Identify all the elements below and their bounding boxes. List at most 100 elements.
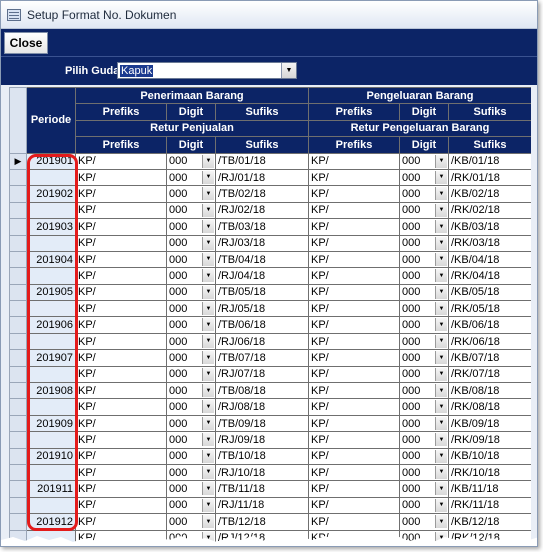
digit-cell[interactable]: 000 ▼ [166, 447, 216, 465]
chevron-down-icon[interactable]: ▼ [435, 465, 447, 479]
chevron-down-icon[interactable]: ▼ [202, 285, 214, 299]
sufiks-cell[interactable]: /RK/11/18 [448, 496, 531, 515]
chevron-down-icon[interactable]: ▼ [202, 416, 214, 430]
sufiks-cell[interactable]: /KB/07/18 [448, 349, 531, 367]
chevron-down-icon[interactable]: ▼ [202, 170, 214, 184]
digit-cell[interactable]: 000 ▼ [399, 250, 449, 269]
digit-cell[interactable]: 000 ▼ [399, 382, 449, 400]
prefiks-cell[interactable]: KP/ [308, 316, 400, 334]
periode-cell[interactable]: 201907 [26, 349, 76, 367]
sufiks-cell[interactable]: /RJ/07/18 [215, 365, 309, 384]
prefiks-cell[interactable]: KP/ [75, 250, 167, 269]
digit-cell[interactable]: 000 ▼ [166, 414, 216, 433]
periode-cell[interactable]: 201902 [26, 185, 76, 203]
sufiks-cell[interactable]: /RK/03/18 [448, 234, 531, 252]
periode-cell[interactable] [26, 201, 76, 220]
digit-cell[interactable]: 000 ▼ [166, 480, 216, 498]
sufiks-cell[interactable]: /RK/09/18 [448, 431, 531, 449]
prefiks-cell[interactable]: KP/ [308, 414, 400, 433]
sufiks-cell[interactable]: /RJ/11/18 [215, 496, 309, 515]
digit-cell[interactable]: 000 ▼ [166, 382, 216, 400]
chevron-down-icon[interactable]: ▼ [435, 220, 447, 234]
digit-cell[interactable]: 000 ▼ [399, 152, 449, 170]
digit-cell[interactable]: 000 ▼ [166, 349, 216, 367]
prefiks-cell[interactable]: KP/ [308, 267, 400, 285]
chevron-down-icon[interactable]: ▼ [202, 449, 214, 463]
prefiks-cell[interactable]: KP/ [75, 349, 167, 367]
chevron-down-icon[interactable]: ▼ [202, 482, 214, 496]
prefiks-cell[interactable]: KP/ [308, 398, 400, 416]
sufiks-cell[interactable]: /RJ/12/18 [215, 529, 309, 546]
sufiks-cell[interactable]: /RJ/04/18 [215, 267, 309, 285]
sufiks-cell[interactable]: /RJ/02/18 [215, 201, 309, 220]
row-selector[interactable] [9, 250, 27, 269]
periode-cell[interactable]: 201903 [26, 218, 76, 236]
chevron-down-icon[interactable]: ▼ [435, 170, 447, 184]
chevron-down-icon[interactable]: ▼ [435, 515, 447, 529]
chevron-down-icon[interactable]: ▼ [435, 203, 447, 217]
row-selector[interactable] [9, 349, 27, 367]
sufiks-cell[interactable]: /KB/05/18 [448, 283, 531, 302]
chevron-down-icon[interactable]: ▼ [435, 400, 447, 414]
prefiks-cell[interactable]: KP/ [308, 283, 400, 302]
sufiks-cell[interactable]: /RJ/01/18 [215, 168, 309, 187]
row-selector[interactable] [9, 529, 27, 546]
sufiks-cell[interactable]: /TB/12/18 [215, 513, 309, 531]
chevron-down-icon[interactable]: ▼ [202, 236, 214, 250]
row-selector[interactable] [9, 185, 27, 203]
periode-cell[interactable] [26, 332, 76, 351]
chevron-down-icon[interactable]: ▼ [281, 63, 296, 78]
digit-cell[interactable]: 000 ▼ [399, 267, 449, 285]
periode-cell[interactable]: 201905 [26, 283, 76, 302]
chevron-down-icon[interactable]: ▼ [435, 351, 447, 365]
sufiks-cell[interactable]: /TB/08/18 [215, 382, 309, 400]
prefiks-cell[interactable]: KP/ [75, 382, 167, 400]
digit-cell[interactable]: 000 ▼ [166, 398, 216, 416]
sufiks-cell[interactable]: /RK/08/18 [448, 398, 531, 416]
prefiks-cell[interactable]: KP/ [75, 316, 167, 334]
prefiks-cell[interactable]: KP/ [75, 283, 167, 302]
digit-cell[interactable]: 000 ▼ [166, 365, 216, 384]
prefiks-cell[interactable]: KP/ [75, 398, 167, 416]
chevron-down-icon[interactable]: ▼ [435, 252, 447, 266]
prefiks-cell[interactable]: KP/ [75, 480, 167, 498]
digit-cell[interactable]: 000 ▼ [399, 349, 449, 367]
periode-cell[interactable] [26, 267, 76, 285]
row-selector[interactable] [9, 300, 27, 318]
sufiks-cell[interactable]: /TB/11/18 [215, 480, 309, 498]
prefiks-cell[interactable]: KP/ [75, 529, 167, 546]
row-selector[interactable] [9, 463, 27, 482]
digit-cell[interactable]: 000 ▼ [166, 463, 216, 482]
digit-cell[interactable]: 000 ▼ [166, 529, 216, 546]
digit-cell[interactable]: 000 ▼ [399, 513, 449, 531]
prefiks-cell[interactable]: KP/ [75, 234, 167, 252]
prefiks-cell[interactable]: KP/ [308, 152, 400, 170]
digit-cell[interactable]: 000 ▼ [166, 496, 216, 515]
row-selector[interactable] [9, 332, 27, 351]
row-selector[interactable] [9, 382, 27, 400]
digit-cell[interactable]: 000 ▼ [166, 201, 216, 220]
chevron-down-icon[interactable]: ▼ [202, 220, 214, 234]
sufiks-cell[interactable]: /TB/02/18 [215, 185, 309, 203]
digit-cell[interactable]: 000 ▼ [166, 152, 216, 170]
sufiks-cell[interactable]: /RK/12/18 [448, 529, 531, 546]
chevron-down-icon[interactable]: ▼ [435, 334, 447, 348]
sufiks-cell[interactable]: /RJ/08/18 [215, 398, 309, 416]
chevron-down-icon[interactable]: ▼ [435, 154, 447, 168]
row-selector[interactable] [9, 414, 27, 433]
sufiks-cell[interactable]: /RK/04/18 [448, 267, 531, 285]
periode-cell[interactable] [26, 529, 76, 546]
chevron-down-icon[interactable]: ▼ [435, 531, 447, 545]
prefiks-cell[interactable]: KP/ [308, 234, 400, 252]
sufiks-cell[interactable]: /KB/11/18 [448, 480, 531, 498]
chevron-down-icon[interactable]: ▼ [435, 498, 447, 512]
digit-cell[interactable]: 000 ▼ [399, 480, 449, 498]
prefiks-cell[interactable]: KP/ [308, 218, 400, 236]
prefiks-cell[interactable]: KP/ [308, 332, 400, 351]
chevron-down-icon[interactable]: ▼ [202, 531, 214, 545]
periode-cell[interactable]: 201911 [26, 480, 76, 498]
chevron-down-icon[interactable]: ▼ [202, 154, 214, 168]
sufiks-cell[interactable]: /KB/06/18 [448, 316, 531, 334]
chevron-down-icon[interactable]: ▼ [435, 416, 447, 430]
sufiks-cell[interactable]: /RK/02/18 [448, 201, 531, 220]
